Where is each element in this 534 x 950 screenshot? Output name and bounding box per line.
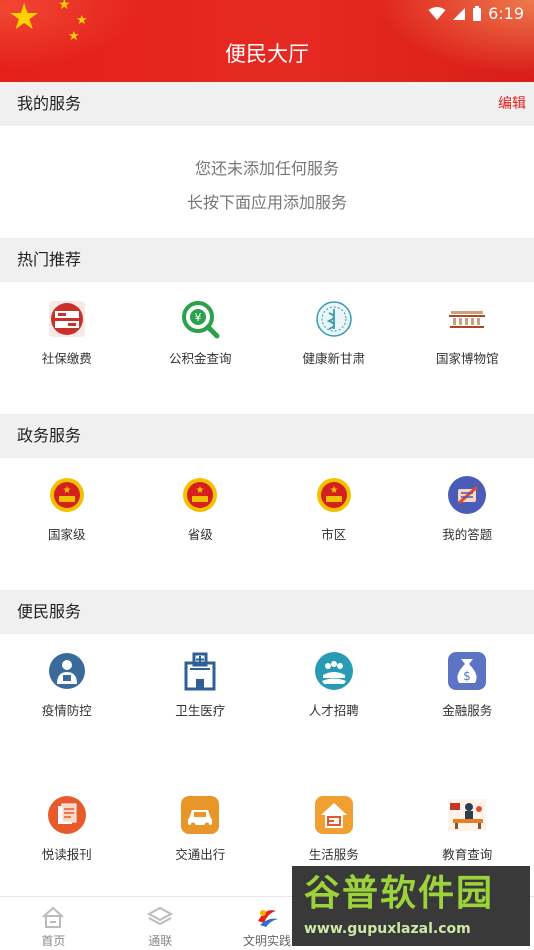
flag-star-small-icon: ★ xyxy=(58,0,71,13)
museum-icon xyxy=(447,299,487,339)
layers-icon xyxy=(147,906,174,926)
service-label: 生活服务 xyxy=(308,847,359,862)
quiz-icon xyxy=(447,475,487,515)
service-label: 社保缴费 xyxy=(41,351,92,366)
service-life[interactable]: 生活服务 xyxy=(267,795,401,863)
edit-button[interactable]: 编辑 xyxy=(498,95,526,113)
service-label: 公积金查询 xyxy=(168,351,232,366)
service-education[interactable]: 教育查询 xyxy=(401,795,534,863)
service-label: 健康新甘肃 xyxy=(302,351,365,366)
section-title: 热门推荐 xyxy=(17,250,82,269)
service-label: 卫生医疗 xyxy=(175,703,226,718)
service-museum[interactable]: 国家博物馆 xyxy=(401,299,534,367)
service-my-quiz[interactable]: 我的答题 xyxy=(401,475,534,543)
svg-text:★: ★ xyxy=(329,485,338,496)
health-emblem-icon xyxy=(314,299,354,339)
nav-home[interactable]: 首页 xyxy=(0,897,107,950)
epidemic-icon xyxy=(47,651,87,691)
service-label: 人才招聘 xyxy=(308,703,359,718)
empty-hint-line2: 长按下面应用添加服务 xyxy=(186,193,347,212)
service-label: 交通出行 xyxy=(175,847,226,862)
section-title: 政务服务 xyxy=(17,426,82,445)
home-icon xyxy=(314,795,354,835)
svg-text:$: $ xyxy=(463,669,471,683)
signal-icon xyxy=(453,8,466,20)
service-label: 教育查询 xyxy=(442,847,493,862)
service-reading[interactable]: 悦读报刊 xyxy=(0,795,134,863)
car-icon xyxy=(180,795,220,835)
service-label: 悦读报刊 xyxy=(41,847,92,862)
reading-icon xyxy=(47,795,87,835)
service-fund-query[interactable]: ¥ 公积金查询 xyxy=(134,299,268,367)
my-services-header: 我的服务 编辑 xyxy=(0,82,534,126)
service-label: 省级 xyxy=(187,527,213,542)
service-social-security[interactable]: 社保缴费 xyxy=(0,299,134,367)
service-label: 我的答题 xyxy=(442,527,493,542)
national-emblem-icon: ★ xyxy=(180,475,220,515)
service-label: 疫情防控 xyxy=(41,703,92,718)
home-nav-icon xyxy=(42,906,65,928)
section-title: 便民服务 xyxy=(17,602,82,621)
hot-grid: 社保缴费 ¥ 公积金查询 健康新甘肃 国家博物馆 xyxy=(0,299,534,367)
status-time: 6:19 xyxy=(488,4,524,23)
app-header: ★ ★ ★ ★ 6:19 便民大厅 xyxy=(0,0,534,82)
national-emblem-icon: ★ xyxy=(314,475,354,515)
gov-grid: ★ 国家级 ★ 省级 ★ 市区 我的答题 xyxy=(0,475,534,543)
service-label: 国家博物馆 xyxy=(435,351,499,366)
nav-label: 文明实践 xyxy=(242,934,291,948)
hospital-icon xyxy=(180,651,220,691)
nav-label: 首页 xyxy=(41,934,66,948)
education-icon xyxy=(447,795,487,835)
fund-search-icon: ¥ xyxy=(180,299,220,339)
nav-label: 通联 xyxy=(148,934,173,948)
svg-text:★: ★ xyxy=(196,485,205,496)
hot-header: 热门推荐 xyxy=(0,238,534,282)
civil-grid-row2: 悦读报刊 交通出行 生活服务 教育查询 xyxy=(0,795,534,863)
svg-text:¥: ¥ xyxy=(195,311,202,324)
service-traffic[interactable]: 交通出行 xyxy=(134,795,268,863)
social-security-icon xyxy=(47,299,87,339)
watermark: 谷普软件园 www.gupuxlazal.com xyxy=(292,866,530,946)
service-label: 国家级 xyxy=(47,527,86,542)
svg-text:★: ★ xyxy=(62,485,71,496)
service-epidemic[interactable]: 疫情防控 xyxy=(0,651,134,719)
service-health[interactable]: 健康新甘肃 xyxy=(267,299,401,367)
civil-header: 便民服务 xyxy=(0,590,534,634)
watermark-name: 谷普软件园 xyxy=(304,873,495,914)
empty-hint-line1: 您还未添加任何服务 xyxy=(194,159,339,178)
service-province[interactable]: ★ 省级 xyxy=(134,475,268,543)
service-city[interactable]: ★ 市区 xyxy=(267,475,401,543)
service-national[interactable]: ★ 国家级 xyxy=(0,475,134,543)
service-label: 市区 xyxy=(321,527,347,542)
recruit-icon xyxy=(314,651,354,691)
nav-tonglian[interactable]: 通联 xyxy=(107,897,214,950)
flag-star-small-icon: ★ xyxy=(76,13,88,28)
service-label: 金融服务 xyxy=(442,703,493,718)
page-title: 便民大厅 xyxy=(225,42,309,66)
service-recruit[interactable]: 人才招聘 xyxy=(267,651,401,719)
flag-star-icon: ★ xyxy=(8,0,41,38)
section-title: 我的服务 xyxy=(17,94,82,113)
wifi-icon xyxy=(428,7,446,20)
civil-grid-row1: 疫情防控 卫生医疗 人才招聘 $ 金融服务 xyxy=(0,651,534,719)
watermark-url: www.gupuxlazal.com xyxy=(304,921,471,937)
service-hospital[interactable]: 卫生医疗 xyxy=(134,651,268,719)
civilization-icon xyxy=(257,910,278,927)
status-bar: 6:19 xyxy=(428,4,524,24)
money-bag-icon: $ xyxy=(447,651,487,691)
gov-header: 政务服务 xyxy=(0,414,534,458)
battery-icon xyxy=(473,6,482,21)
national-emblem-icon: ★ xyxy=(47,475,87,515)
service-finance[interactable]: $ 金融服务 xyxy=(401,651,534,719)
